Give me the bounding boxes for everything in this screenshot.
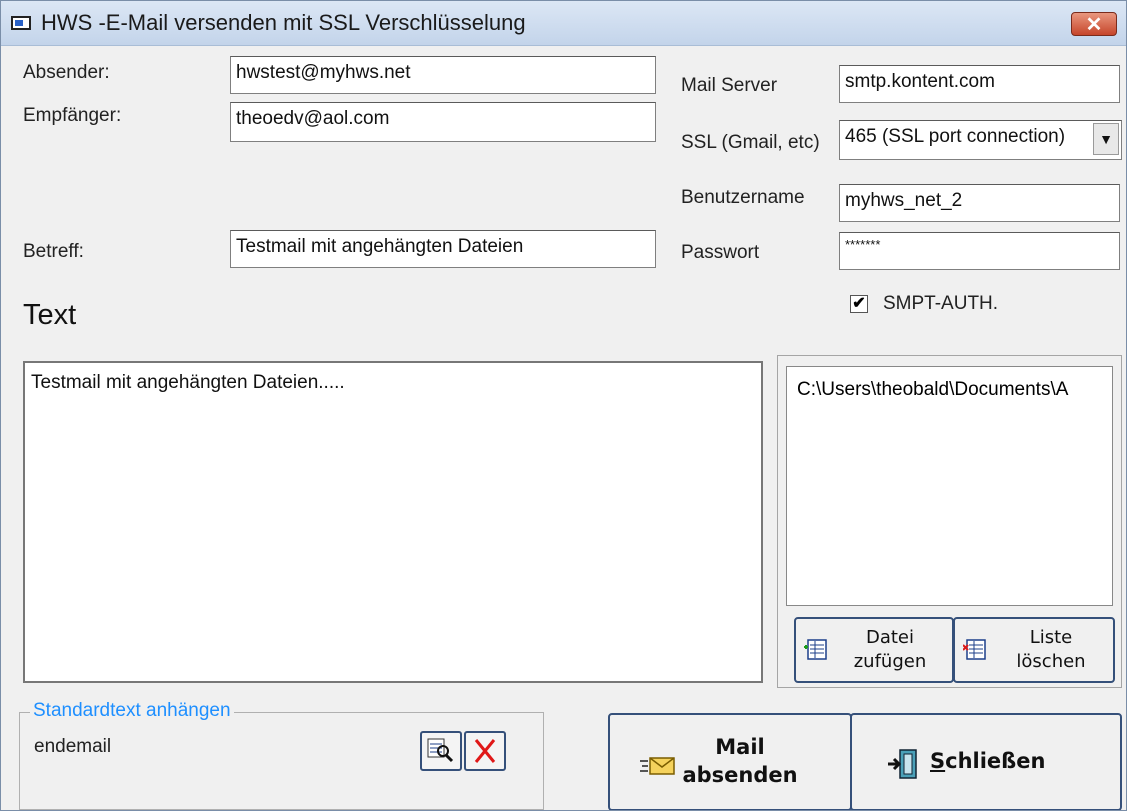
recipient-field[interactable]: theoedv@aol.com [230, 102, 656, 142]
text-heading: Text [23, 299, 77, 331]
username-label: Benutzername [681, 187, 805, 208]
standard-text-legend: Standardtext anhängen [30, 700, 234, 722]
smpt-auth-label: SMPT-AUTH. [883, 293, 999, 314]
add-file-button[interactable]: Datei zufügen [794, 617, 954, 683]
smpt-auth-checkbox[interactable]: ✔ [850, 295, 868, 313]
mail-server-label: Mail Server [681, 75, 778, 96]
send-mail-button[interactable]: Mail absenden [608, 713, 852, 810]
envelope-icon [640, 757, 675, 775]
app-window-icon [11, 16, 31, 30]
password-label: Passwort [681, 242, 760, 263]
window-close-button[interactable]: ✕ [1071, 12, 1117, 36]
title-bar[interactable]: HWS -E-Mail versenden mit SSL Verschlüss… [1, 1, 1126, 46]
close-label-accelerator: S [930, 749, 946, 773]
window-title: HWS -E-Mail versenden mit SSL Verschlüss… [41, 10, 526, 35]
add-file-label-2: zufügen [853, 651, 927, 672]
attachments-panel: C:\Users\theobald\Documents\A Datei zufü… [777, 355, 1122, 688]
ssl-label: SSL (Gmail, etc) [681, 132, 820, 153]
send-mail-label-1: Mail [715, 735, 765, 759]
search-standard-text-button[interactable] [420, 731, 462, 771]
close-label: Schließen [930, 748, 1100, 774]
sender-label: Absender: [23, 62, 110, 83]
ssl-select-value: 465 (SSL port connection) [845, 126, 1066, 147]
search-list-icon [427, 738, 454, 763]
add-file-icon [804, 639, 827, 660]
close-button[interactable]: Schließen [850, 713, 1122, 810]
recipient-label: Empfänger: [23, 105, 122, 126]
clear-list-icon [963, 639, 986, 660]
clear-list-label-1: Liste [1029, 627, 1073, 648]
attachment-item[interactable]: C:\Users\theobald\Documents\A [797, 379, 1112, 401]
standard-text-value: endemail [34, 736, 112, 757]
add-file-label-1: Datei [865, 627, 915, 648]
password-field[interactable]: ******* [839, 232, 1120, 270]
subject-field[interactable]: Testmail mit angehängten Dateien [230, 230, 656, 268]
message-body-textarea[interactable]: Testmail mit angehängten Dateien..... [23, 361, 763, 683]
mail-server-field[interactable]: smtp.kontent.com [839, 65, 1120, 103]
exit-door-icon [888, 749, 917, 779]
standard-text-group: Standardtext anhängen endemail [19, 700, 544, 810]
attachments-list[interactable]: C:\Users\theobald\Documents\A [786, 366, 1113, 606]
username-field[interactable]: myhws_net_2 [839, 184, 1120, 222]
send-mail-label-2: absenden [682, 763, 798, 787]
mail-dialog-window: HWS -E-Mail versenden mit SSL Verschlüss… [0, 0, 1127, 811]
clear-list-button[interactable]: Liste löschen [953, 617, 1115, 683]
sender-field[interactable]: hwstest@myhws.net [230, 56, 656, 94]
remove-standard-text-button[interactable] [464, 731, 506, 771]
close-label-text: chließen [945, 749, 1046, 773]
clear-list-label-2: löschen [1016, 651, 1086, 672]
ssl-select[interactable]: 465 (SSL port connection) ▼ [839, 120, 1122, 160]
delete-x-icon [474, 739, 496, 763]
dropdown-arrow-icon[interactable]: ▼ [1093, 123, 1119, 155]
subject-label: Betreff: [23, 241, 84, 262]
